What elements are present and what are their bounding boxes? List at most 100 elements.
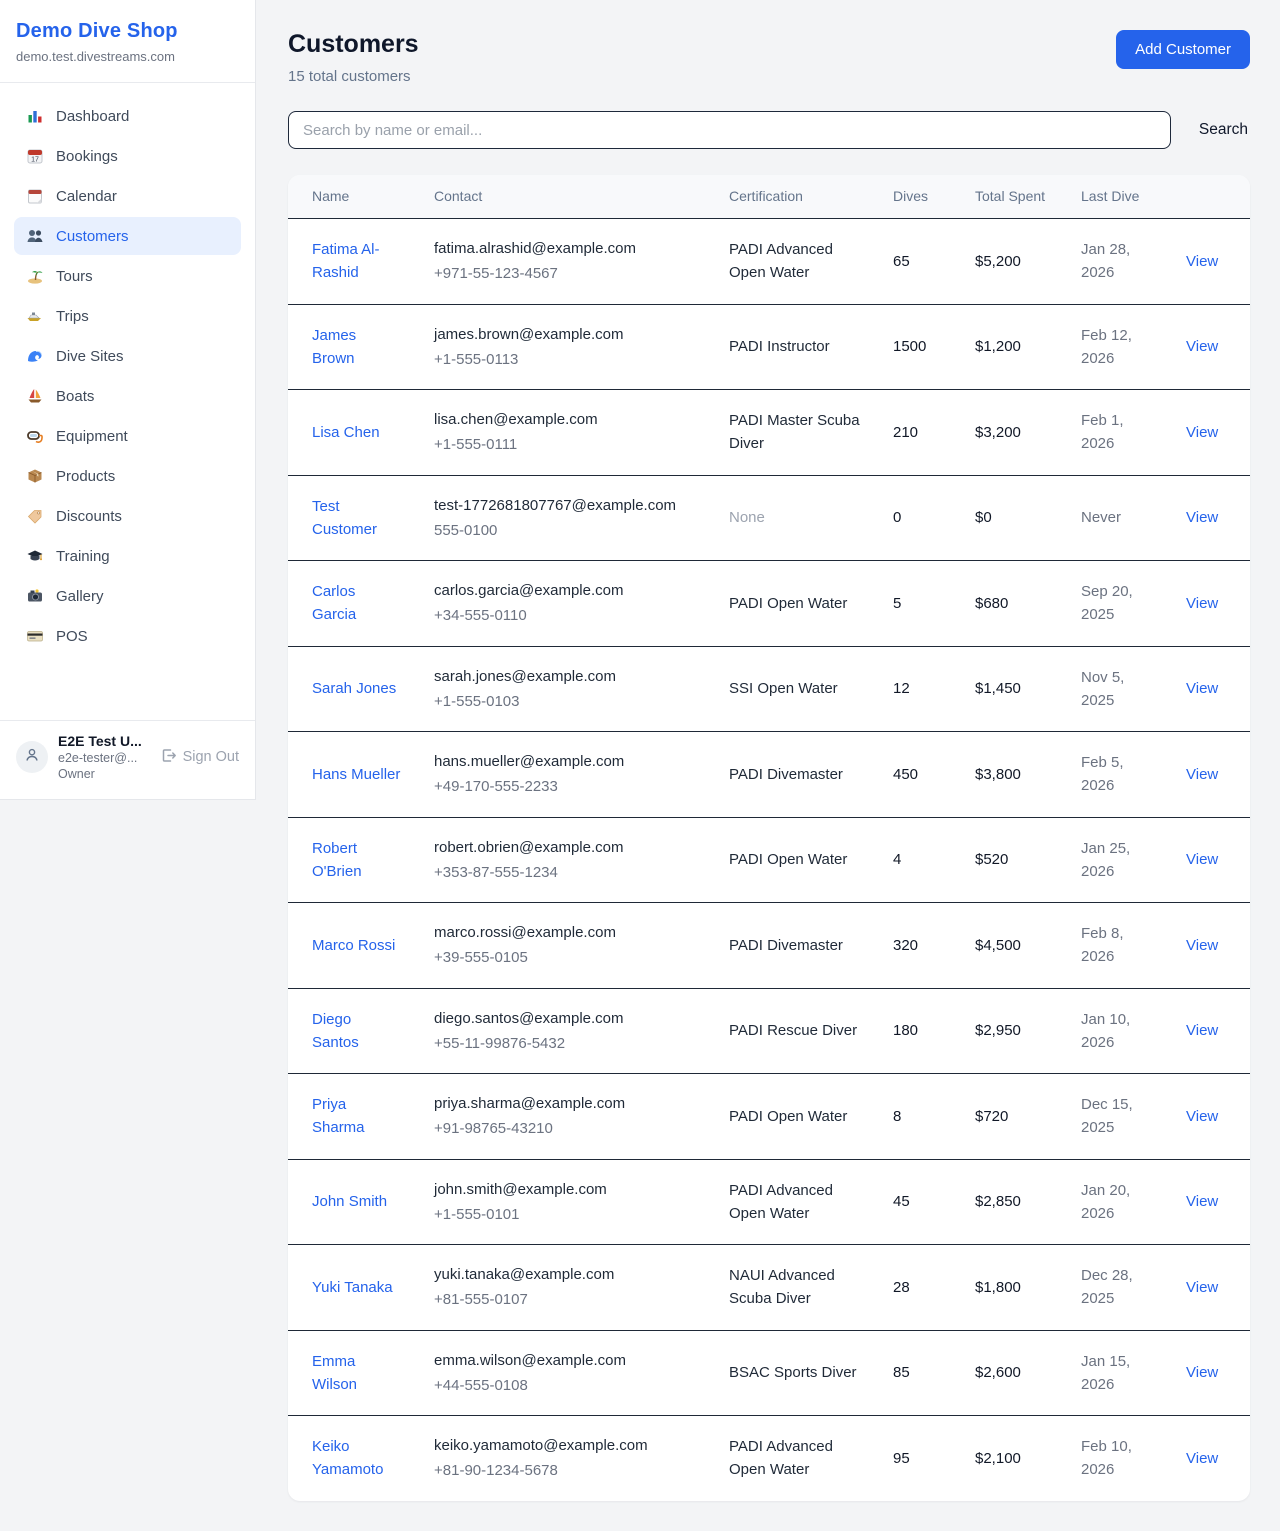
sign-out-button[interactable]: Sign Out [160, 747, 239, 768]
customer-email: yuki.tanaka@example.com [434, 1263, 697, 1286]
customer-name-link[interactable]: Hans Mueller [312, 766, 400, 783]
customers-table: Name Contact Certification Dives Total S… [288, 175, 1250, 1501]
customer-phone: +91-98765-43210 [434, 1117, 697, 1140]
customer-email: robert.obrien@example.com [434, 836, 697, 859]
customer-last-dive: Never [1081, 509, 1121, 526]
sidebar-item-dashboard[interactable]: Dashboard [14, 97, 241, 135]
sidebar-item-boats[interactable]: Boats [14, 377, 241, 415]
customer-total-spent: $3,200 [975, 424, 1021, 441]
customer-name-link[interactable]: Lisa Chen [312, 424, 380, 441]
sidebar-item-label: Gallery [56, 588, 104, 605]
customer-name-link[interactable]: Diego Santos [312, 1011, 359, 1051]
customer-name-link[interactable]: Yuki Tanaka [312, 1279, 393, 1296]
customer-name-link[interactable]: John Smith [312, 1193, 387, 1210]
sidebar-item-products[interactable]: Products [14, 457, 241, 495]
view-customer-link[interactable]: View [1186, 937, 1218, 954]
customer-total-spent: $4,500 [975, 937, 1021, 954]
customer-phone: +55-11-99876-5432 [434, 1032, 697, 1055]
user-name: E2E Test U... [58, 733, 150, 749]
customer-total-spent: $5,200 [975, 253, 1021, 270]
view-customer-link[interactable]: View [1186, 1364, 1218, 1381]
add-customer-button[interactable]: Add Customer [1116, 30, 1250, 69]
customer-name-link[interactable]: James Brown [312, 327, 356, 367]
customer-certification: PADI Divemaster [729, 937, 843, 954]
sidebar-item-bookings[interactable]: 17Bookings [14, 137, 241, 175]
user-role: Owner [58, 767, 150, 781]
view-customer-link[interactable]: View [1186, 338, 1218, 355]
sidebar-item-training[interactable]: Training [14, 537, 241, 575]
customer-dives: 45 [893, 1193, 910, 1210]
view-customer-link[interactable]: View [1186, 1193, 1218, 1210]
customer-dives: 12 [893, 680, 910, 697]
tag-icon [26, 507, 44, 525]
speedboat-icon [26, 307, 44, 325]
customers-table-card: Name Contact Certification Dives Total S… [288, 175, 1250, 1501]
customer-certification: PADI Advanced Open Water [729, 1438, 833, 1478]
customer-email: test-1772681807767@example.com [434, 494, 697, 517]
customer-name-link[interactable]: Priya Sharma [312, 1096, 365, 1136]
sidebar-item-label: Discounts [56, 508, 122, 525]
customer-total-spent: $0 [975, 509, 992, 526]
customer-total-spent: $2,950 [975, 1022, 1021, 1039]
view-customer-link[interactable]: View [1186, 851, 1218, 868]
table-row: Robert O'Brien robert.obrien@example.com… [288, 817, 1250, 903]
customer-dives: 5 [893, 595, 901, 612]
sidebar-item-calendar[interactable]: Calendar [14, 177, 241, 215]
view-customer-link[interactable]: View [1186, 680, 1218, 697]
customer-email: sarah.jones@example.com [434, 665, 697, 688]
customer-last-dive: Nov 5, 2025 [1081, 669, 1124, 709]
customer-name-link[interactable]: Robert O'Brien [312, 840, 362, 880]
customer-last-dive: Jan 20, 2026 [1081, 1182, 1130, 1222]
table-row: John Smith john.smith@example.com +1-555… [288, 1159, 1250, 1245]
view-customer-link[interactable]: View [1186, 253, 1218, 270]
customer-certification: NAUI Advanced Scuba Diver [729, 1267, 835, 1307]
table-header-row: Name Contact Certification Dives Total S… [288, 175, 1250, 219]
sidebar-item-tours[interactable]: Tours [14, 257, 241, 295]
customer-email: keiko.yamamoto@example.com [434, 1434, 697, 1457]
customer-name-link[interactable]: Marco Rossi [312, 937, 395, 954]
sidebar-item-customers[interactable]: Customers [14, 217, 241, 255]
sidebar-item-discounts[interactable]: Discounts [14, 497, 241, 535]
customer-dives: 95 [893, 1450, 910, 1467]
sidebar-item-dive-sites[interactable]: Dive Sites [14, 337, 241, 375]
view-customer-link[interactable]: View [1186, 1108, 1218, 1125]
view-customer-link[interactable]: View [1186, 595, 1218, 612]
sidebar-item-equipment[interactable]: Equipment [14, 417, 241, 455]
customer-name-link[interactable]: Fatima Al-Rashid [312, 241, 380, 281]
grad-cap-icon [26, 547, 44, 565]
sidebar-item-label: Tours [56, 268, 93, 285]
search-input[interactable] [288, 111, 1171, 149]
customer-certification: PADI Open Water [729, 851, 847, 868]
search-button[interactable]: Search [1197, 115, 1250, 145]
customer-name-link[interactable]: Test Customer [312, 498, 377, 538]
customer-certification: PADI Instructor [729, 338, 830, 355]
customer-name-link[interactable]: Carlos Garcia [312, 583, 356, 623]
sidebar-item-gallery[interactable]: Gallery [14, 577, 241, 615]
island-icon [26, 267, 44, 285]
calendar-date-icon: 17 [26, 147, 44, 165]
dive-mask-icon [26, 427, 44, 445]
view-customer-link[interactable]: View [1186, 1279, 1218, 1296]
sidebar-item-pos[interactable]: POS [14, 617, 241, 655]
view-customer-link[interactable]: View [1186, 1450, 1218, 1467]
customer-name-link[interactable]: Sarah Jones [312, 680, 396, 697]
view-customer-link[interactable]: View [1186, 766, 1218, 783]
customer-name-link[interactable]: Emma Wilson [312, 1353, 357, 1393]
customer-name-link[interactable]: Keiko Yamamoto [312, 1438, 383, 1478]
view-customer-link[interactable]: View [1186, 424, 1218, 441]
customer-last-dive: Jan 10, 2026 [1081, 1011, 1130, 1051]
user-email: e2e-tester@... [58, 751, 150, 765]
view-customer-link[interactable]: View [1186, 1022, 1218, 1039]
customer-certification: PADI Open Water [729, 595, 847, 612]
customer-last-dive: Feb 10, 2026 [1081, 1438, 1132, 1478]
shop-domain: demo.test.divestreams.com [16, 49, 239, 64]
sidebar-item-trips[interactable]: Trips [14, 297, 241, 335]
table-row: Priya Sharma priya.sharma@example.com +9… [288, 1074, 1250, 1160]
credit-card-icon [26, 627, 44, 645]
search-row: Search [288, 111, 1250, 149]
customer-email: diego.santos@example.com [434, 1007, 697, 1030]
customer-certification: PADI Advanced Open Water [729, 1182, 833, 1222]
table-row: Fatima Al-Rashid fatima.alrashid@example… [288, 219, 1250, 305]
main-content: Customers 15 total customers Add Custome… [256, 0, 1280, 1531]
view-customer-link[interactable]: View [1186, 509, 1218, 526]
